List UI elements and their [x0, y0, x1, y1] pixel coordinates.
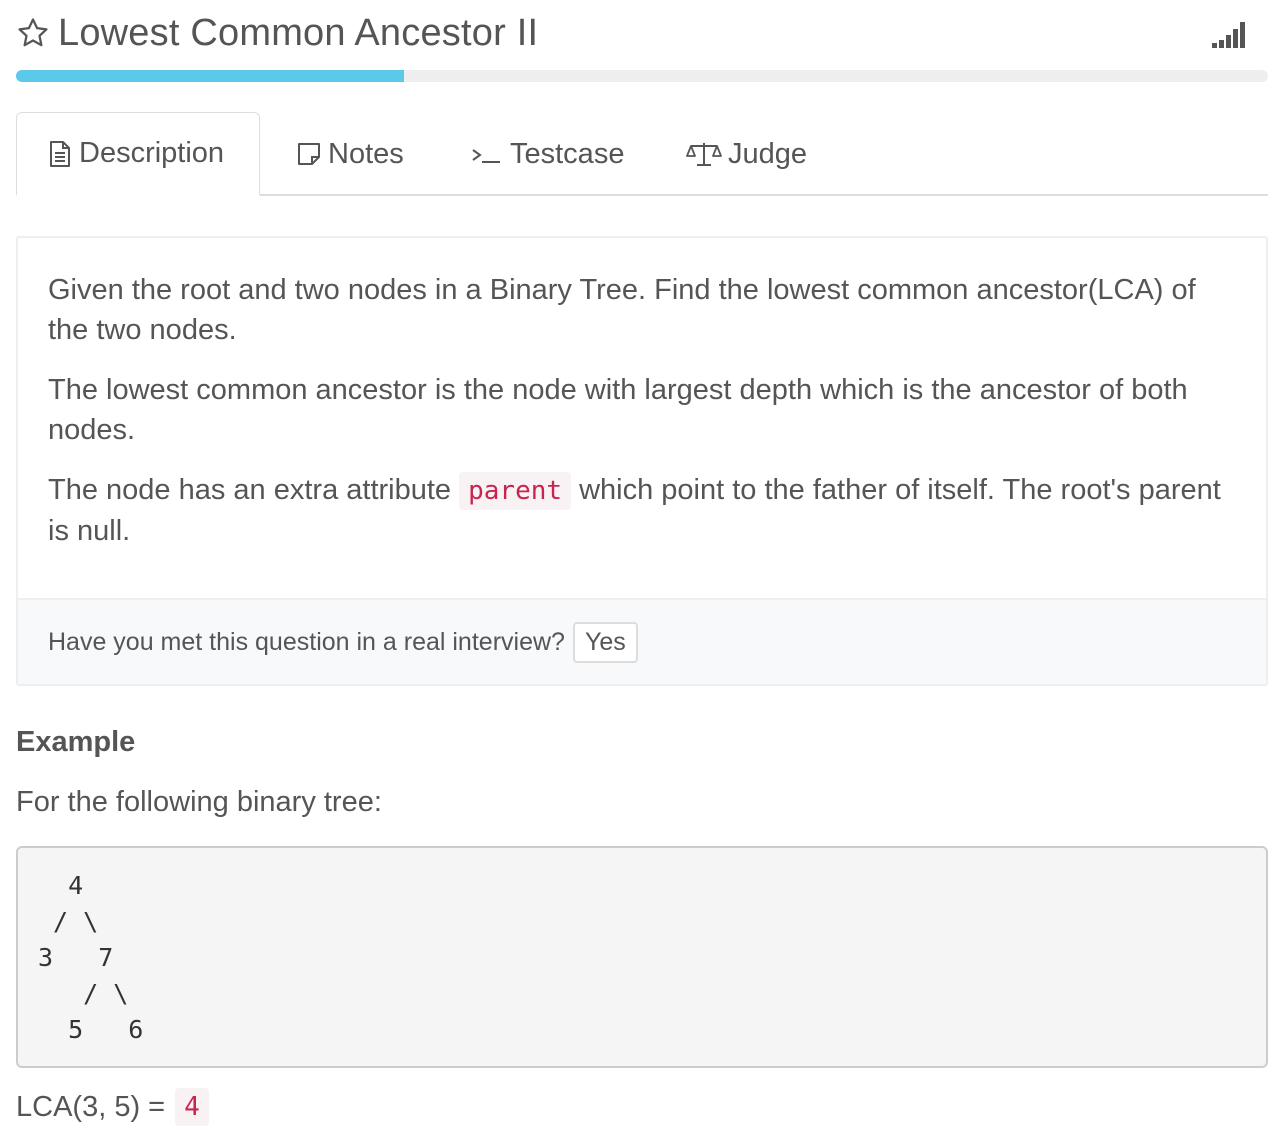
lca-result-code: 4 — [175, 1088, 209, 1126]
description-paragraph-1: Given the root and two nodes in a Binary… — [48, 274, 1196, 346]
example-intro: For the following binary tree: — [16, 786, 382, 818]
progress-fill — [16, 70, 405, 82]
description-paragraph-2: The lowest common ancestor is the node w… — [48, 374, 1188, 446]
lca-result-line: LCA(3, 5) = 4 — [16, 1088, 209, 1126]
lca-expression: LCA(3, 5) = — [16, 1090, 166, 1123]
description-p3-before: The node has an extra attribute — [48, 474, 452, 506]
tab-notes-label: Notes — [328, 137, 404, 170]
description-paragraph-3: The node has an extra attribute parent w… — [48, 470, 1236, 551]
problem-page: Lowest Common Ancestor II Description No… — [0, 0, 1288, 1144]
problem-title: Lowest Common Ancestor II — [58, 11, 539, 54]
tab-judge[interactable]: Judge — [686, 112, 807, 196]
difficulty-signal-icon — [1210, 16, 1250, 48]
interview-question: Have you met this question in a real int… — [48, 627, 565, 656]
terminal-icon — [470, 141, 504, 167]
parent-code: parent — [459, 472, 572, 510]
tab-testcase[interactable]: Testcase — [470, 112, 624, 196]
yes-button[interactable]: Yes — [572, 621, 638, 663]
tab-testcase-label: Testcase — [510, 137, 625, 170]
tab-description-label: Description — [79, 137, 225, 169]
example-heading: Example — [16, 726, 136, 758]
description-panel: Given the root and two nodes in a Binary… — [16, 236, 1268, 686]
document-icon — [47, 140, 73, 168]
tree-code-block: 4 / \ 3 7 / \ 5 6 — [16, 846, 1268, 1068]
progress-bar — [16, 70, 1268, 82]
note-icon — [296, 141, 322, 167]
description-body: Given the root and two nodes in a Binary… — [18, 238, 1266, 551]
tree-diagram: 4 / \ 3 7 / \ 5 6 — [38, 871, 144, 1044]
problem-header: Lowest Common Ancestor II — [16, 8, 1268, 58]
tab-judge-label: Judge — [728, 137, 808, 170]
tab-notes[interactable]: Notes — [296, 112, 404, 196]
interview-prompt: Have you met this question in a real int… — [18, 598, 1266, 684]
tab-description[interactable]: Description — [16, 112, 260, 196]
scale-icon — [686, 140, 722, 168]
tab-bar: Description Notes Testcase Judge — [16, 112, 1268, 196]
star-icon[interactable] — [16, 16, 50, 50]
